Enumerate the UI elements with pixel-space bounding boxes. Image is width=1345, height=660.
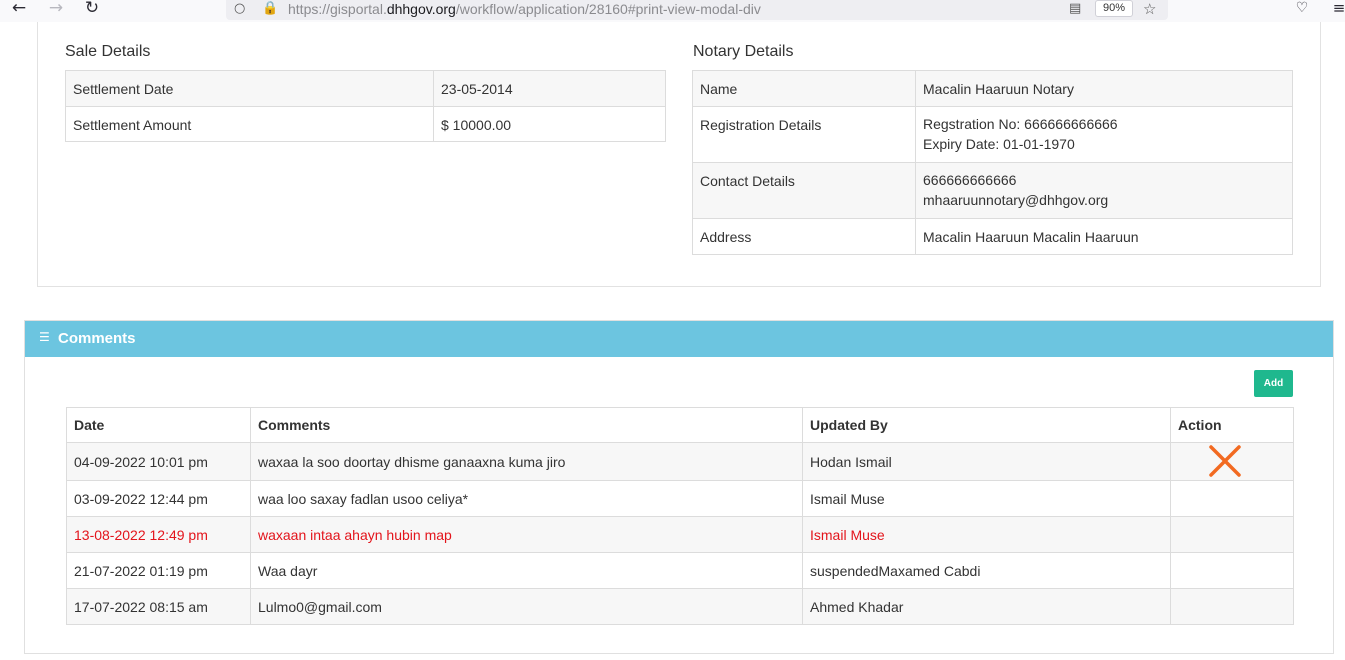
comment-text: waa loo saxay fadlan usoo celiya*: [250, 480, 803, 517]
comment-date: 21-07-2022 01:19 pm: [66, 552, 251, 589]
column-header-date[interactable]: Date: [66, 407, 251, 443]
registration-label: Registration Details: [692, 106, 916, 163]
comments-header: ☰ Comments: [25, 321, 1333, 357]
url-path: /workflow/application/28160#print-view-m…: [455, 1, 761, 17]
comment-action: [1170, 552, 1294, 589]
browser-toolbar: ← → ↻ ○ 🔒 https://gisportal.dhhgov.org/w…: [0, 0, 1345, 22]
comment-updated-by: Ismail Muse: [802, 516, 1171, 553]
table-row: Name Macalin Haaruun Notary: [692, 70, 1293, 107]
url-text[interactable]: https://gisportal.dhhgov.org/workflow/ap…: [288, 1, 761, 17]
sale-details-heading: Sale Details: [65, 43, 151, 60]
contact-label: Contact Details: [692, 162, 916, 219]
table-row: Settlement Amount $ 10000.00: [65, 106, 666, 142]
comment-action: [1170, 480, 1294, 517]
address-label: Address: [692, 218, 916, 255]
reader-view-icon[interactable]: ▤: [1069, 1, 1081, 16]
notary-details-heading: Notary Details: [693, 43, 794, 60]
pocket-icon[interactable]: ♡: [1289, 0, 1315, 18]
url-prefix: https://gisportal.: [288, 1, 387, 17]
sale-details-table: Settlement Date 23-05-2014 Settlement Am…: [65, 70, 666, 142]
comment-updated-by: Ismail Muse: [802, 480, 1171, 517]
column-header-updated-by[interactable]: Updated By: [802, 407, 1171, 443]
comments-title: Comments: [58, 330, 136, 347]
table-row: 13-08-2022 12:49 pm waxaan intaa ahayn h…: [66, 516, 1294, 553]
table-row: 17-07-2022 08:15 am Lulmo0@gmail.com Ahm…: [66, 588, 1294, 625]
comment-date: 13-08-2022 12:49 pm: [66, 516, 251, 553]
contact-email: mhaaruunnotary@dhhgov.org: [923, 192, 1109, 208]
comment-updated-by: suspendedMaxamed Cabdi: [802, 552, 1171, 589]
bookmark-star-icon[interactable]: ☆: [1143, 0, 1156, 18]
menu-icon[interactable]: ≡: [1326, 0, 1345, 18]
notary-name-label: Name: [692, 70, 916, 107]
forward-arrow-icon[interactable]: →: [43, 0, 69, 18]
table-row: Address Macalin Haaruun Macalin Haaruun: [692, 218, 1293, 255]
comment-updated-by: Hodan Ismail: [802, 442, 1171, 481]
registration-value: Regstration No: 666666666666 Expiry Date…: [915, 106, 1293, 163]
comment-action: [1170, 442, 1294, 481]
reload-icon[interactable]: ↻: [79, 0, 105, 18]
delete-x-icon[interactable]: [1208, 444, 1242, 478]
comment-date: 04-09-2022 10:01 pm: [66, 442, 251, 481]
list-icon: ☰: [39, 330, 50, 344]
registration-number: Regstration No: 666666666666: [923, 116, 1118, 132]
notary-name-value: Macalin Haaruun Notary: [915, 70, 1293, 107]
expiry-date: Expiry Date: 01-01-1970: [923, 136, 1075, 152]
comments-card: ☰ Comments Add Date Comments Updated By …: [24, 320, 1334, 654]
comment-date: 03-09-2022 12:44 pm: [66, 480, 251, 517]
add-comment-button[interactable]: Add: [1254, 370, 1293, 397]
comment-updated-by: Ahmed Khadar: [802, 588, 1171, 625]
column-header-comments[interactable]: Comments: [250, 407, 803, 443]
settlement-date-label: Settlement Date: [65, 70, 434, 107]
zoom-badge[interactable]: 90%: [1095, 0, 1133, 17]
table-row: 03-09-2022 12:44 pm waa loo saxay fadlan…: [66, 480, 1294, 517]
address-bar[interactable]: ○ 🔒 https://gisportal.dhhgov.org/workflo…: [226, 0, 1168, 20]
comment-text: waxaan intaa ahayn hubin map: [250, 516, 803, 553]
column-header-action: Action: [1170, 407, 1294, 443]
comment-text: Waa dayr: [250, 552, 803, 589]
comment-text: Lulmo0@gmail.com: [250, 588, 803, 625]
address-value: Macalin Haaruun Macalin Haaruun: [915, 218, 1293, 255]
table-row: Settlement Date 23-05-2014: [65, 70, 666, 107]
table-row: Contact Details 666666666666 mhaaruunnot…: [692, 162, 1293, 219]
table-header-row: Date Comments Updated By Action: [66, 407, 1294, 443]
notary-details-table: Name Macalin Haaruun Notary Registration…: [692, 70, 1293, 255]
contact-value: 666666666666 mhaaruunnotary@dhhgov.org: [915, 162, 1293, 219]
table-row: 21-07-2022 01:19 pm Waa dayr suspendedMa…: [66, 552, 1294, 589]
settlement-amount-label: Settlement Amount: [65, 106, 434, 142]
table-row: 04-09-2022 10:01 pm waxaa la soo doortay…: [66, 442, 1294, 481]
url-host: dhhgov.org: [386, 1, 456, 17]
comment-date: 17-07-2022 08:15 am: [66, 588, 251, 625]
settlement-date-value: 23-05-2014: [433, 70, 666, 107]
contact-phone: 666666666666: [923, 172, 1017, 188]
settlement-amount-value: $ 10000.00: [433, 106, 666, 142]
comment-text: waxaa la soo doortay dhisme ganaaxna kum…: [250, 442, 803, 481]
comment-action: [1170, 588, 1294, 625]
table-row: Registration Details Regstration No: 666…: [692, 106, 1293, 163]
shield-icon[interactable]: ○: [234, 1, 245, 16]
comments-table: Date Comments Updated By Action 04-09-20…: [66, 407, 1294, 625]
comment-action: [1170, 516, 1294, 553]
back-arrow-icon[interactable]: ←: [6, 0, 32, 18]
lock-icon[interactable]: 🔒: [262, 1, 278, 16]
